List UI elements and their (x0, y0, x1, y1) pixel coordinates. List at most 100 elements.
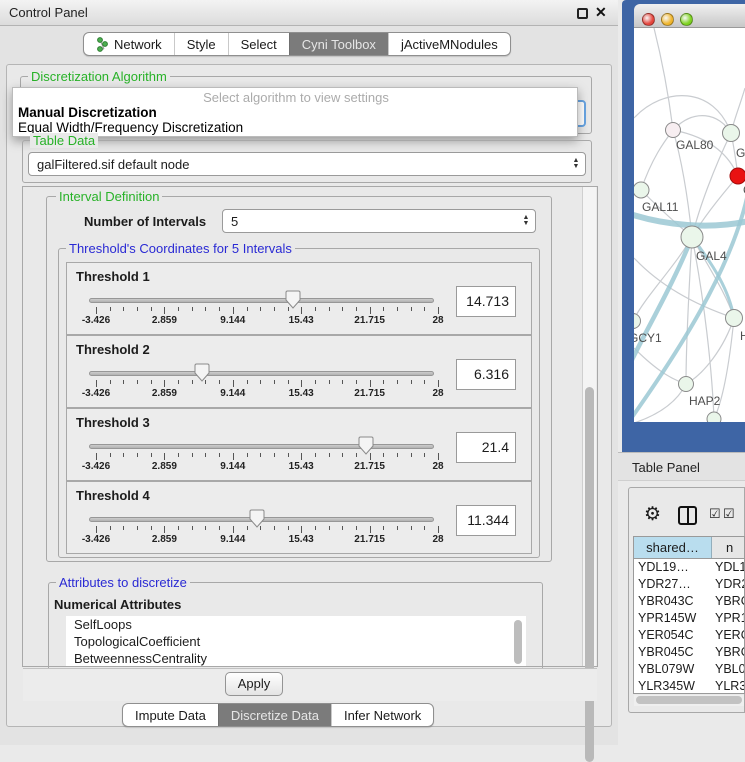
apply-button[interactable]: Apply (225, 672, 283, 696)
scrollbar-thumb[interactable] (636, 696, 742, 704)
numerical-attributes-label: Numerical Attributes (54, 597, 181, 612)
slider-tick (96, 380, 97, 387)
table-row[interactable]: YLR345WYLR3 (634, 678, 744, 694)
slider-thumb[interactable] (249, 509, 265, 528)
vertical-scrollbar[interactable] (582, 187, 596, 666)
tab-infer-network[interactable]: Infer Network (331, 704, 433, 726)
gear-icon[interactable]: ⚙ (644, 503, 661, 526)
table-row[interactable]: YER054CYERO (634, 627, 744, 644)
slider-tick-label: 15.43 (276, 315, 326, 326)
table-row[interactable]: YDR27…YDR2 (634, 576, 744, 593)
threshold-value-field[interactable]: 14.713 (456, 286, 516, 317)
scrollbar-thumb[interactable] (585, 387, 594, 762)
tab-discretize-data[interactable]: Discretize Data (218, 704, 331, 726)
checkbox-icon[interactable]: ☑ (723, 506, 735, 522)
column-split-icon[interactable] (678, 506, 697, 525)
slider-tick (192, 380, 193, 384)
network-node-label: GAL4 (696, 249, 727, 263)
tab-jactivemnodules[interactable]: jActiveMNodules (388, 33, 510, 55)
slider-tick (342, 526, 343, 530)
slider-track[interactable] (89, 298, 434, 303)
network-node-gal11[interactable] (634, 182, 649, 198)
zoom-traffic-light[interactable] (680, 13, 693, 26)
slider-tick (274, 307, 275, 311)
slider-track[interactable] (89, 444, 434, 449)
close-icon[interactable]: ✕ (595, 4, 607, 21)
slider-tick-label: 9.144 (208, 388, 258, 399)
slider-tick (329, 380, 330, 384)
number-of-intervals-combobox[interactable]: 5 ▲▼ (222, 209, 536, 233)
node-table[interactable]: shared… n YDL19…YDL1YDR27…YDR2YBR043CYBR… (633, 536, 745, 694)
network-edge (654, 28, 673, 130)
network-node-hap2[interactable] (679, 377, 694, 392)
slider-tick (411, 453, 412, 457)
slider-track[interactable] (89, 371, 434, 376)
minimize-traffic-light[interactable] (661, 13, 674, 26)
cell-name: YBL0 (712, 661, 744, 678)
network-node-g[interactable] (723, 125, 740, 142)
table-row[interactable]: YBR043CYBRO (634, 593, 744, 610)
attribute-list-item[interactable]: BetweennessCentrality (66, 650, 526, 666)
tab-network[interactable]: Network (84, 33, 174, 55)
float-window-icon[interactable] (577, 8, 588, 19)
network-node-label: H (740, 329, 745, 343)
column-header-shared-name[interactable]: shared… (634, 537, 712, 558)
slider-tick (205, 526, 206, 530)
slider-thumb[interactable] (194, 363, 210, 382)
slider-tick-label: 2.859 (139, 461, 189, 472)
column-header-name[interactable]: n (712, 537, 744, 558)
slider-tick (383, 307, 384, 311)
dropdown-option-manual[interactable]: Manual Discretization (16, 105, 576, 120)
slider-tick (274, 453, 275, 457)
slider-tick (411, 307, 412, 311)
slider-tick (424, 380, 425, 384)
network-node-gcy1[interactable] (634, 314, 641, 329)
close-traffic-light[interactable] (642, 13, 655, 26)
slider-tick (205, 453, 206, 457)
slider-tick (178, 526, 179, 530)
slider-thumb[interactable] (285, 290, 301, 309)
interval-definition-label: Interval Definition (56, 189, 162, 204)
tab-select[interactable]: Select (228, 33, 289, 55)
threshold-value-field[interactable]: 11.344 (456, 505, 516, 536)
checkbox-icon[interactable]: ☑ (709, 506, 721, 522)
panel-title: Control Panel (9, 5, 88, 20)
attribute-list-item[interactable]: TopologicalCoefficient (66, 633, 526, 650)
slider-tick-label: 21.715 (345, 388, 395, 399)
network-node[interactable] (707, 412, 721, 422)
slider-tick (342, 380, 343, 384)
network-node-h[interactable] (726, 310, 743, 327)
tab-label: Discretize Data (231, 708, 319, 723)
cell-shared-name: YDR27… (634, 576, 712, 593)
network-node-c[interactable] (730, 168, 745, 184)
attribute-list-item[interactable]: SelfLoops (66, 616, 526, 633)
numerical-attributes-list[interactable]: SelfLoopsTopologicalCoefficientBetweenne… (66, 616, 526, 666)
network-canvas[interactable]: GAL80GCGAL11GAL4GCY1HHAP2 (634, 28, 745, 422)
network-node-gal80[interactable] (666, 123, 681, 138)
threshold-value-field[interactable]: 21.4 (456, 432, 516, 463)
table-row[interactable]: YPR145WYPR1 (634, 610, 744, 627)
slider-tick (178, 307, 179, 311)
slider-tick-label: 15.43 (276, 461, 326, 472)
threshold-value-field[interactable]: 6.316 (456, 359, 516, 390)
slider-tick (110, 453, 111, 457)
table-row[interactable]: YDL19…YDL1 (634, 559, 744, 576)
table-row[interactable]: YBR045CYBRO (634, 644, 744, 661)
tab-cyni-toolbox[interactable]: Cyni Toolbox (289, 33, 388, 55)
network-edge (686, 237, 692, 384)
cell-shared-name: YBL079W (634, 661, 712, 678)
tab-label: Infer Network (344, 708, 421, 723)
table-data-combobox[interactable]: galFiltered.sif default node ▲▼ (28, 152, 586, 176)
tab-label: jActiveMNodules (401, 37, 498, 52)
slider-thumb[interactable] (358, 436, 374, 455)
horizontal-scrollbar[interactable] (634, 695, 744, 706)
list-scrollbar-thumb[interactable] (514, 620, 522, 664)
tab-impute-data[interactable]: Impute Data (123, 704, 218, 726)
tab-label: Impute Data (135, 708, 206, 723)
dropdown-option-equal-width[interactable]: Equal Width/Frequency Discretization (16, 120, 576, 135)
table-row[interactable]: YBL079WYBL0 (634, 661, 744, 678)
slider-tick (274, 380, 275, 384)
slider-tick (96, 307, 97, 314)
tab-style[interactable]: Style (174, 33, 228, 55)
network-node-gal4[interactable] (681, 226, 703, 248)
